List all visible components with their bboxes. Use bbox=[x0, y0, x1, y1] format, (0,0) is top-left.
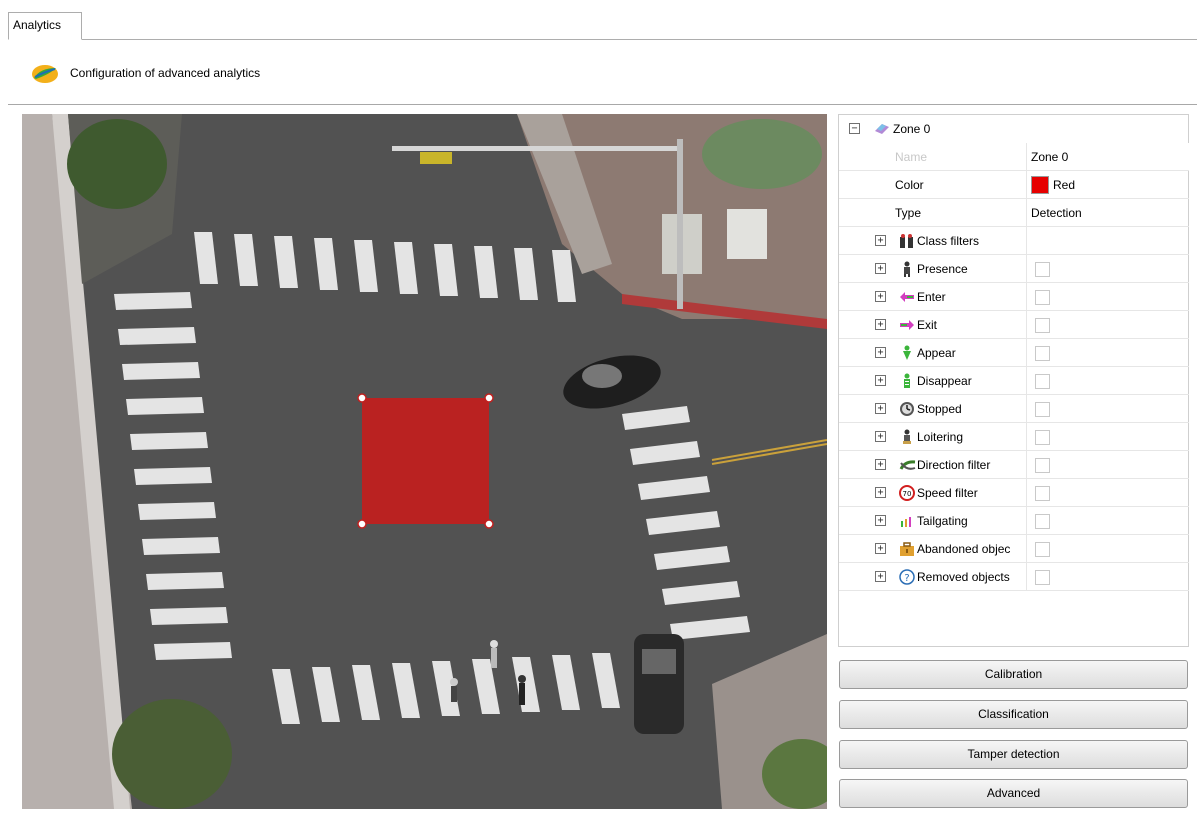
filter-row-disappear[interactable]: + Disappear bbox=[839, 367, 1189, 395]
camera-view[interactable] bbox=[22, 114, 827, 809]
filter-label: Presence bbox=[917, 262, 968, 276]
expand-icon[interactable]: + bbox=[875, 431, 886, 442]
tab-bar: Analytics bbox=[0, 0, 1197, 40]
expand-icon[interactable]: + bbox=[875, 347, 886, 358]
presence-icon bbox=[899, 261, 915, 277]
property-color-value[interactable]: Red bbox=[1027, 171, 1075, 199]
filter-label: Class filters bbox=[917, 234, 980, 248]
collapse-icon[interactable]: − bbox=[849, 123, 860, 134]
property-name-row[interactable]: Name Zone 0 bbox=[839, 143, 1189, 171]
zone-title: Zone 0 bbox=[893, 122, 931, 136]
disappear-checkbox[interactable] bbox=[1035, 374, 1050, 389]
page-header: Configuration of advanced analytics bbox=[30, 60, 260, 86]
filter-label: Stopped bbox=[917, 402, 962, 416]
tab-bar-border bbox=[8, 39, 1197, 40]
tailgating-icon bbox=[899, 513, 915, 529]
filter-label: Removed objects bbox=[917, 570, 1010, 584]
property-type-value[interactable]: Detection bbox=[1031, 199, 1082, 227]
zone-properties-panel: − Zone 0 Name Zone 0 Color Red Type Dete… bbox=[838, 114, 1189, 647]
filter-label: Direction filter bbox=[917, 458, 991, 472]
header-divider bbox=[8, 104, 1197, 105]
filter-label: Abandoned objec bbox=[917, 542, 1011, 556]
expand-icon[interactable]: + bbox=[875, 571, 886, 582]
direction-filter-icon bbox=[899, 457, 916, 473]
class-filters-icon bbox=[899, 233, 915, 249]
speed-filter-icon: 70 bbox=[899, 485, 915, 501]
filter-row-direction[interactable]: + Direction filter bbox=[839, 451, 1189, 479]
filter-row-presence[interactable]: + Presence bbox=[839, 255, 1189, 283]
camera-scene bbox=[22, 114, 827, 809]
filter-row-appear[interactable]: + Appear bbox=[839, 339, 1189, 367]
filter-row-class-filters[interactable]: + Class filters bbox=[839, 227, 1189, 255]
loitering-checkbox[interactable] bbox=[1035, 430, 1050, 445]
property-color-row[interactable]: Color Red bbox=[839, 171, 1189, 199]
exit-checkbox[interactable] bbox=[1035, 318, 1050, 333]
speed-sign-text: 70 bbox=[903, 490, 912, 498]
abandoned-object-icon bbox=[899, 541, 915, 557]
appear-checkbox[interactable] bbox=[1035, 346, 1050, 361]
calibration-button[interactable]: Calibration bbox=[839, 660, 1188, 689]
filter-label: Disappear bbox=[917, 374, 972, 388]
color-swatch bbox=[1031, 176, 1049, 194]
expand-icon[interactable]: + bbox=[875, 291, 886, 302]
speed-filter-checkbox[interactable] bbox=[1035, 486, 1050, 501]
loitering-icon bbox=[899, 429, 915, 445]
disappear-icon bbox=[899, 373, 915, 389]
filter-label: Tailgating bbox=[917, 514, 968, 528]
stopped-checkbox[interactable] bbox=[1035, 402, 1050, 417]
filter-label: Loitering bbox=[917, 430, 964, 444]
expand-icon[interactable]: + bbox=[875, 459, 886, 470]
detection-zone-polygon bbox=[362, 398, 489, 524]
filter-row-loitering[interactable]: + Loitering bbox=[839, 423, 1189, 451]
stopped-icon bbox=[899, 401, 915, 417]
filter-row-enter[interactable]: + Enter bbox=[839, 283, 1189, 311]
property-type-label: Type bbox=[895, 206, 922, 220]
filter-row-tailgating[interactable]: + Tailgating bbox=[839, 507, 1189, 535]
enter-icon bbox=[899, 289, 915, 305]
expand-icon[interactable]: + bbox=[875, 403, 886, 414]
zone-icon bbox=[873, 121, 889, 137]
property-name-label: Name bbox=[895, 150, 928, 164]
appear-icon bbox=[899, 345, 915, 361]
filter-label: Exit bbox=[917, 318, 938, 332]
presence-checkbox[interactable] bbox=[1035, 262, 1050, 277]
filter-row-speed[interactable]: + 70 Speed filter bbox=[839, 479, 1189, 507]
expand-icon[interactable]: + bbox=[875, 375, 886, 386]
expand-icon[interactable]: + bbox=[875, 515, 886, 526]
filter-row-removed[interactable]: + ? Removed objects bbox=[839, 563, 1189, 591]
filter-label: Enter bbox=[917, 290, 946, 304]
expand-icon[interactable]: + bbox=[875, 543, 886, 554]
expand-icon[interactable]: + bbox=[875, 263, 886, 274]
filter-label: Speed filter bbox=[917, 486, 978, 500]
advanced-button[interactable]: Advanced bbox=[839, 779, 1188, 808]
removed-objects-icon: ? bbox=[899, 569, 915, 585]
enter-checkbox[interactable] bbox=[1035, 290, 1050, 305]
filter-row-stopped[interactable]: + Stopped bbox=[839, 395, 1189, 423]
property-type-row[interactable]: Type Detection bbox=[839, 199, 1189, 227]
expand-icon[interactable]: + bbox=[875, 487, 886, 498]
property-name-value[interactable]: Zone 0 bbox=[1031, 143, 1068, 171]
expand-icon[interactable]: + bbox=[875, 319, 886, 330]
filter-row-abandoned[interactable]: + Abandoned objec bbox=[839, 535, 1189, 563]
svg-text:?: ? bbox=[904, 573, 909, 584]
expand-icon[interactable]: + bbox=[875, 235, 886, 246]
property-color-label: Color bbox=[895, 178, 924, 192]
page-title: Configuration of advanced analytics bbox=[70, 66, 261, 80]
property-color-text: Red bbox=[1053, 178, 1076, 192]
filter-label: Appear bbox=[917, 346, 956, 360]
direction-filter-checkbox[interactable] bbox=[1035, 458, 1050, 473]
removed-objects-checkbox[interactable] bbox=[1035, 570, 1050, 585]
zone-header-row[interactable]: − Zone 0 bbox=[839, 115, 1189, 143]
tab-analytics[interactable]: Analytics bbox=[8, 12, 82, 40]
abandoned-object-checkbox[interactable] bbox=[1035, 542, 1050, 557]
tailgating-checkbox[interactable] bbox=[1035, 514, 1050, 529]
filter-row-exit[interactable]: + Exit bbox=[839, 311, 1189, 339]
exit-icon bbox=[899, 317, 915, 333]
classification-button[interactable]: Classification bbox=[839, 700, 1188, 729]
analytics-logo-icon bbox=[32, 65, 58, 83]
tamper-detection-button[interactable]: Tamper detection bbox=[839, 740, 1188, 769]
